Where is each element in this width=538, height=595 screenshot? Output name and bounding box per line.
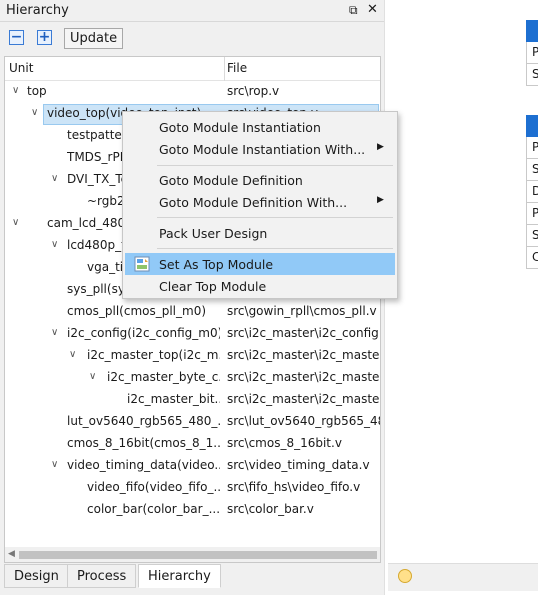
right-table-1: P S — [526, 20, 538, 86]
submenu-arrow-icon: ▶ — [377, 142, 384, 152]
menu-item-clear-top-module[interactable]: Clear Top Module — [125, 275, 395, 297]
unit-cell: lut_ov5640_rgb565_480_... — [67, 414, 220, 428]
expand-all-button[interactable]: + — [37, 30, 52, 45]
menu-item-goto-module-definition-with[interactable]: Goto Module Definition With... ▶ — [125, 191, 395, 213]
menu-item-goto-module-instantiation-with[interactable]: Goto Module Instantiation With... ▶ — [125, 138, 395, 160]
table-cell[interactable]: S — [526, 159, 538, 181]
expand-toggle-icon[interactable]: ∨ — [31, 107, 38, 118]
unit-cell: video_timing_data(video... — [67, 458, 220, 472]
expand-toggle-icon[interactable]: ∨ — [51, 239, 58, 250]
table-cell[interactable]: P — [526, 42, 538, 64]
tab-hierarchy[interactable]: Hierarchy — [138, 564, 221, 588]
tree-row[interactable]: cmos_pll(cmos_pll_m0) src\gowin_rpll\cmos… — [5, 301, 380, 323]
submenu-arrow-icon: ▶ — [377, 195, 384, 205]
close-icon[interactable]: ✕ — [367, 2, 378, 17]
right-panel: P S P S D P S C — [385, 0, 538, 595]
expand-toggle-icon[interactable]: ∨ — [89, 371, 96, 382]
file-cell: src\fifo_hs\video_fifo.v — [227, 480, 361, 494]
file-cell: src\i2c_master\i2c_master_ — [227, 348, 381, 362]
menu-separator — [157, 217, 393, 218]
tab-process[interactable]: Process — [67, 564, 137, 588]
table-cell[interactable]: C — [526, 247, 538, 269]
tree-row[interactable]: ∨ i2c_master_top(i2c_m... src\i2c_master\i… — [5, 345, 381, 367]
lightbulb-icon[interactable] — [398, 569, 412, 583]
set-top-module-icon — [134, 256, 150, 272]
tree-row[interactable]: cmos_8_16bit(cmos_8_1... src\cmos_8_16bit… — [5, 433, 380, 455]
file-cell: src\gowin_rpll\cmos_pll.v — [227, 304, 377, 318]
tree-row[interactable]: color_bar(color_bar_... src\color_bar.v — [5, 499, 380, 521]
expand-toggle-icon[interactable]: ∨ — [12, 217, 19, 228]
unit-column-header[interactable]: Unit — [9, 61, 33, 75]
tree-row[interactable]: i2c_master_bit... src\i2c_master\i2c_mast… — [5, 389, 381, 411]
expand-toggle-icon[interactable]: ∨ — [12, 85, 19, 96]
table-cell[interactable]: S — [526, 225, 538, 247]
float-window-icon[interactable]: ⧉ — [349, 3, 358, 18]
right-table-2: P S D P S C — [526, 115, 538, 269]
tree-row[interactable]: ∨ video_timing_data(video... src\video_tim… — [5, 455, 380, 477]
file-cell: src\i2c_master\i2c_config.v — [227, 326, 381, 340]
file-cell: src\color_bar.v — [227, 502, 314, 516]
file-cell: src\rop.v — [227, 84, 280, 98]
unit-cell: top — [27, 84, 47, 98]
menu-item-goto-module-definition[interactable]: Goto Module Definition — [125, 169, 395, 191]
table-header — [526, 20, 538, 42]
tree-row[interactable]: ∨ i2c_master_byte_c... src\i2c_master\i2c_… — [5, 367, 381, 389]
menu-item-label: Clear Top Module — [159, 279, 267, 294]
tree-row[interactable]: video_fifo(video_fifo_... src\fifo_hs\vid… — [5, 477, 380, 499]
expand-toggle-icon[interactable]: ∨ — [69, 349, 76, 360]
unit-cell: i2c_master_bit... — [127, 392, 220, 406]
menu-item-label: Goto Module Definition — [159, 173, 303, 188]
table-cell[interactable]: S — [526, 64, 538, 86]
column-separator[interactable] — [224, 57, 225, 81]
expand-toggle-icon[interactable]: ∨ — [51, 327, 58, 338]
tree-row[interactable]: lut_ov5640_rgb565_480_... src\lut_ov5640_… — [5, 411, 381, 433]
unit-cell: color_bar(color_bar_... — [87, 502, 220, 516]
menu-item-set-as-top-module[interactable]: Set As Top Module — [125, 253, 395, 275]
file-cell: src\i2c_master\i2c_master_ — [227, 392, 381, 406]
bottom-tabs: Design Process Hierarchy — [4, 564, 384, 590]
menu-item-label: Goto Module Instantiation With... — [159, 142, 366, 157]
right-status-bar — [388, 563, 538, 591]
menu-separator — [157, 165, 393, 166]
menu-item-goto-module-instantiation[interactable]: Goto Module Instantiation — [125, 116, 395, 138]
unit-cell: i2c_master_top(i2c_m... — [87, 348, 220, 362]
unit-cell: video_fifo(video_fifo_... — [87, 480, 220, 494]
table-cell[interactable]: P — [526, 137, 538, 159]
file-column-header[interactable]: File — [227, 61, 247, 75]
unit-cell: cmos_8_16bit(cmos_8_1... — [67, 436, 220, 450]
table-cell[interactable]: P — [526, 203, 538, 225]
tab-design[interactable]: Design — [4, 564, 69, 588]
menu-item-label: Pack User Design — [159, 226, 268, 241]
file-cell: src\video_timing_data.v — [227, 458, 370, 472]
menu-item-label: Set As Top Module — [159, 257, 274, 272]
tree-row[interactable]: ∨ i2c_config(i2c_config_m0) src\i2c_master… — [5, 323, 381, 345]
table-header — [526, 115, 538, 137]
file-cell: src\i2c_master\i2c_master_ — [227, 370, 381, 384]
panel-titlebar: Hierarchy ⧉ ✕ — [0, 0, 384, 22]
collapse-all-button[interactable]: − — [9, 30, 24, 45]
horizontal-scrollbar[interactable]: ◀ — [5, 547, 380, 562]
scrollbar-thumb[interactable] — [19, 551, 377, 559]
unit-cell: i2c_master_byte_c... — [107, 370, 220, 384]
panel-title: Hierarchy — [6, 3, 69, 18]
tree-header: Unit File — [5, 57, 380, 81]
update-button[interactable]: Update — [64, 28, 124, 49]
unit-cell: i2c_config(i2c_config_m0) — [67, 326, 220, 340]
hierarchy-toolbar: − + Update — [0, 26, 384, 52]
tree-row[interactable]: ∨ top src\rop.v — [5, 81, 380, 103]
unit-cell: cmos_pll(cmos_pll_m0) — [67, 304, 207, 318]
file-cell: src\lut_ov5640_rgb565_480 — [227, 414, 381, 428]
menu-item-label: Goto Module Definition With... — [159, 195, 348, 210]
table-cell[interactable]: D — [526, 181, 538, 203]
context-menu: Goto Module Instantiation Goto Module In… — [122, 111, 398, 299]
menu-item-pack-user-design[interactable]: Pack User Design — [125, 222, 395, 244]
expand-toggle-icon[interactable]: ∨ — [51, 459, 58, 470]
scroll-left-icon[interactable]: ◀ — [8, 549, 15, 559]
expand-toggle-icon[interactable]: ∨ — [51, 173, 58, 184]
menu-item-label: Goto Module Instantiation — [159, 120, 321, 135]
file-cell: src\cmos_8_16bit.v — [227, 436, 342, 450]
menu-separator — [157, 248, 393, 249]
